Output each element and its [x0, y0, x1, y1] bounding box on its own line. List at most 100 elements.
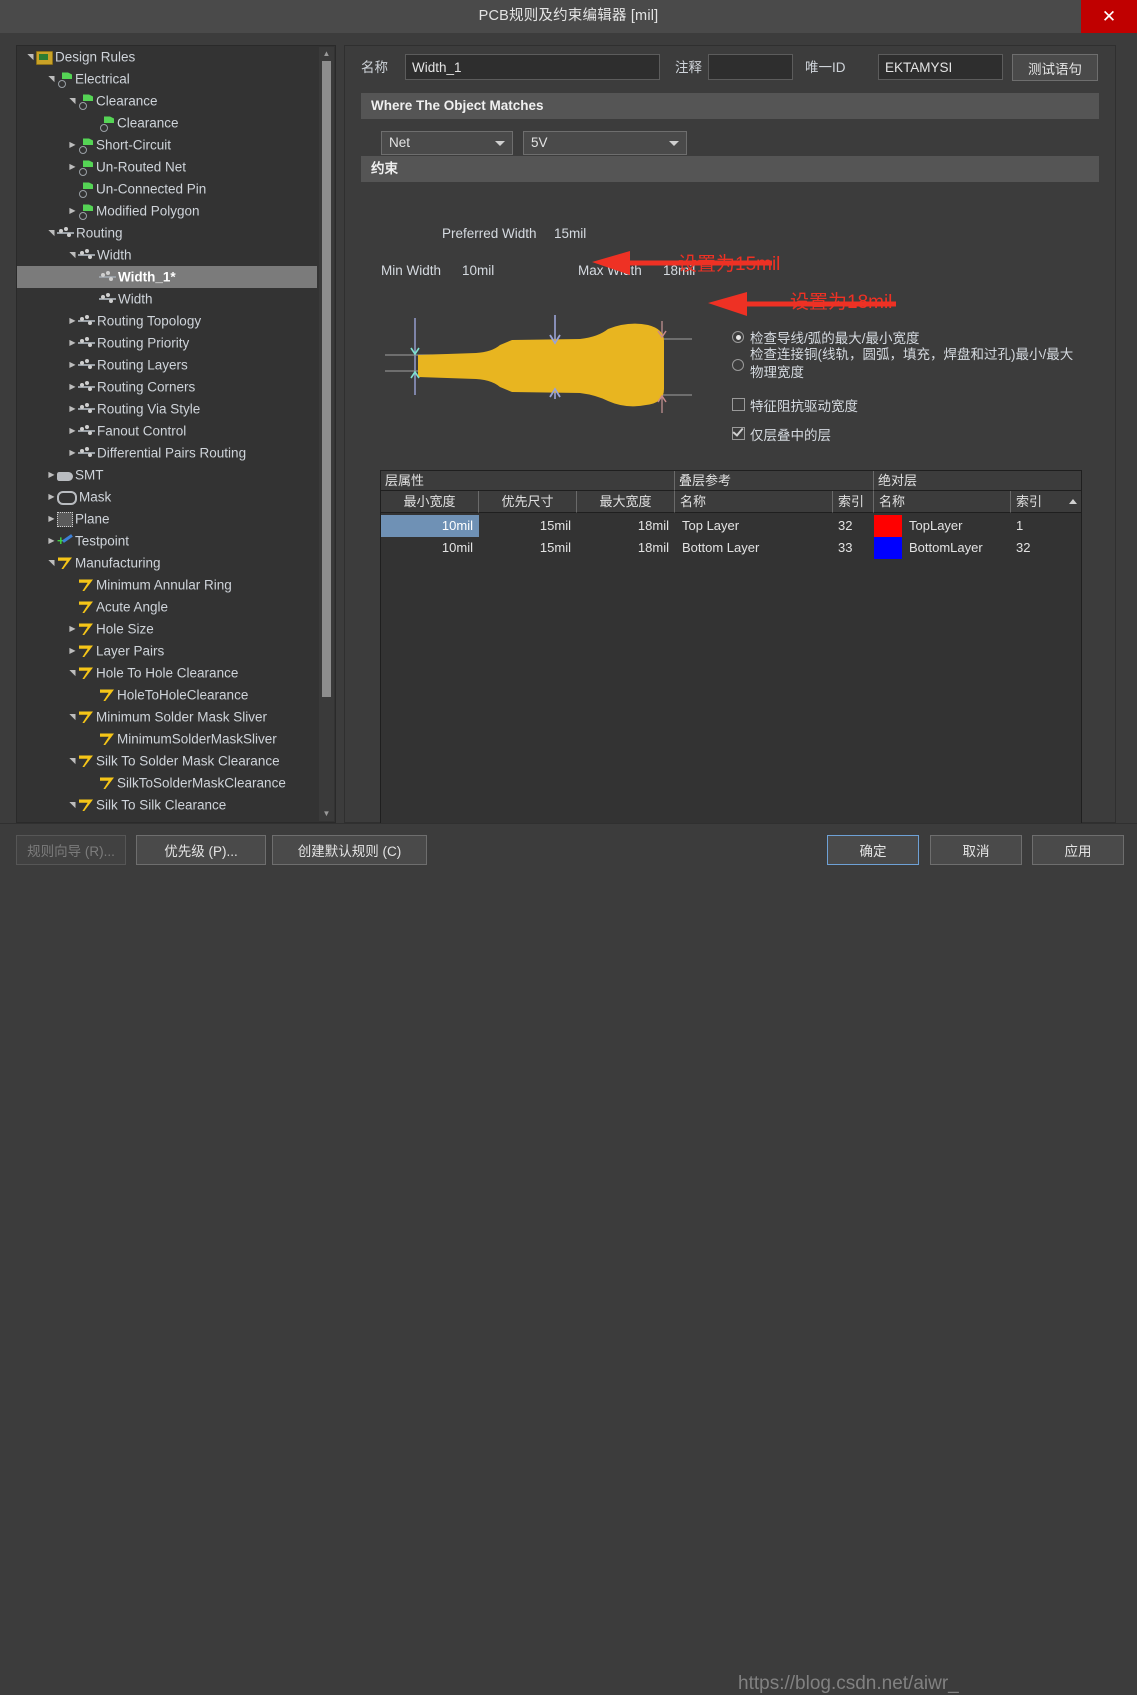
table-cell-stack-name[interactable]: Bottom Layer	[677, 537, 833, 559]
chevron-right-icon[interactable]: ▶	[67, 354, 78, 376]
tree-item-design-rules[interactable]: ◢ Design Rules	[17, 46, 317, 68]
tree-item-silk-to-silk-clearance[interactable]: ◢ Silk To Silk Clearance	[17, 794, 317, 816]
tree-item-silktosoldermaskclearance[interactable]: • SilkToSolderMaskClearance	[17, 772, 317, 794]
chevron-right-icon[interactable]: ▶	[67, 640, 78, 662]
table-cell-abs-index[interactable]: 32	[1011, 537, 1077, 559]
chevron-right-icon[interactable]: ▶	[67, 200, 78, 222]
table-cell-abs-name[interactable]: BottomLayer	[904, 537, 1011, 559]
tree-scroll-area[interactable]: ◢Design Rules◢Electrical◢Clearance•Clear…	[17, 46, 317, 822]
table-cell-preferred[interactable]: 15mil	[479, 515, 577, 537]
chevron-right-icon[interactable]: ▶	[67, 618, 78, 640]
layer-color-swatch[interactable]	[874, 515, 902, 537]
tree-item-routing-layers[interactable]: ▶ Routing Layers	[17, 354, 317, 376]
ok-button[interactable]: 确定	[827, 835, 919, 865]
scroll-up-icon[interactable]: ▲	[319, 47, 334, 61]
tree-item-silk-to-solder-mask-clearance[interactable]: ◢ Silk To Solder Mask Clearance	[17, 750, 317, 772]
table-col-preferred[interactable]: 优先尺寸	[479, 491, 577, 513]
unique-id-input[interactable]	[878, 54, 1003, 80]
table-cell-preferred[interactable]: 15mil	[479, 537, 577, 559]
table-cell-max-width[interactable]: 18mil	[577, 515, 675, 537]
tree-item-un-connected-pin[interactable]: • Un-Connected Pin	[17, 178, 317, 200]
rule-wizard-button[interactable]: 规则向导 (R)...	[16, 835, 126, 865]
radio-icon[interactable]	[732, 331, 744, 343]
chevron-right-icon[interactable]: ▶	[67, 442, 78, 464]
tree-item-mask[interactable]: ▶ Mask	[17, 486, 317, 508]
checkbox-icon[interactable]	[732, 427, 745, 440]
tree-item-minimum-solder-mask-sliver[interactable]: ◢ Minimum Solder Mask Sliver	[17, 706, 317, 728]
table-cell-max-width[interactable]: 18mil	[577, 537, 675, 559]
cancel-button[interactable]: 取消	[930, 835, 1022, 865]
test-query-button[interactable]: 测试语句	[1012, 54, 1098, 81]
tree-item-manufacturing[interactable]: ◢ Manufacturing	[17, 552, 317, 574]
option-check-connected-copper[interactable]: 检查连接铜(线轨，圆弧，填充，焊盘和过孔)最小/最大 物理宽度	[732, 346, 1110, 382]
tree-item-short-circuit[interactable]: ▶ Short-Circuit	[17, 134, 317, 156]
option-check-track-arc-width[interactable]: 检查导线/弧的最大/最小宽度	[732, 327, 1105, 347]
tree-item-fanout-control[interactable]: ▶ Fanout Control	[17, 420, 317, 442]
chevron-right-icon[interactable]: ▶	[67, 332, 78, 354]
preferred-width-value[interactable]: 15mil	[554, 226, 586, 241]
scroll-down-icon[interactable]: ▼	[319, 807, 334, 821]
create-default-rules-button[interactable]: 创建默认规则 (C)	[272, 835, 427, 865]
tree-item-routing[interactable]: ◢ Routing	[17, 222, 317, 244]
option-layers-in-stack-only[interactable]: 仅层叠中的层	[732, 424, 831, 444]
tree-item-un-routed-net[interactable]: ▶ Un-Routed Net	[17, 156, 317, 178]
tree-item-minimumsoldermasksliver[interactable]: • MinimumSolderMaskSliver	[17, 728, 317, 750]
comment-input[interactable]	[708, 54, 793, 80]
layer-color-swatch[interactable]	[874, 537, 902, 559]
chevron-right-icon[interactable]: ▶	[67, 156, 78, 178]
chevron-right-icon[interactable]: ▶	[67, 310, 78, 332]
chevron-right-icon[interactable]: ▶	[67, 134, 78, 156]
net-select[interactable]: 5V	[523, 131, 687, 155]
checkbox-icon[interactable]	[732, 398, 745, 411]
tree-item-minimum-annular-ring[interactable]: • Minimum Annular Ring	[17, 574, 317, 596]
tree-item-acute-angle[interactable]: • Acute Angle	[17, 596, 317, 618]
design-rules-tree[interactable]: ◢Design Rules◢Electrical◢Clearance•Clear…	[16, 45, 336, 823]
tree-item-plane[interactable]: ▶ Plane	[17, 508, 317, 530]
table-col-stack-name[interactable]: 名称	[675, 491, 833, 513]
table-col-abs-index[interactable]: 索引	[1011, 491, 1081, 513]
table-cell-abs-index[interactable]: 1	[1011, 515, 1077, 537]
tree-item-clearance[interactable]: • Clearance	[17, 112, 317, 134]
chevron-right-icon[interactable]: ▶	[46, 486, 57, 508]
tree-item-modified-polygon[interactable]: ▶ Modified Polygon	[17, 200, 317, 222]
tree-item-routing-via-style[interactable]: ▶ Routing Via Style	[17, 398, 317, 420]
radio-icon[interactable]	[732, 359, 744, 371]
close-icon[interactable]: ✕	[1081, 0, 1137, 33]
tree-item-testpoint[interactable]: ▶ Testpoint	[17, 530, 317, 552]
table-cell-min-width[interactable]: 10mil	[381, 515, 479, 537]
table-cell-min-width[interactable]: 10mil	[381, 537, 479, 559]
tree-scrollbar[interactable]: ▲ ▼	[319, 47, 334, 821]
table-cell-stack-name[interactable]: Top Layer	[677, 515, 833, 537]
priority-button[interactable]: 优先级 (P)...	[136, 835, 266, 865]
chevron-right-icon[interactable]: ▶	[67, 398, 78, 420]
tree-item-layer-pairs[interactable]: ▶ Layer Pairs	[17, 640, 317, 662]
chevron-right-icon[interactable]: ▶	[46, 530, 57, 552]
layer-constraints-table[interactable]: 层属性 叠层参考 绝对层 最小宽度 优先尺寸 最大宽度 名称 索引 名称 索引 …	[380, 470, 1082, 835]
table-col-min-width[interactable]: 最小宽度	[381, 491, 479, 513]
tree-item-hole-size[interactable]: ▶ Hole Size	[17, 618, 317, 640]
scope-select[interactable]: Net	[381, 131, 513, 155]
chevron-right-icon[interactable]: ▶	[67, 376, 78, 398]
tree-item-width-1[interactable]: • Width_1*	[17, 266, 317, 288]
option-impedance-driven-width[interactable]: 特征阻抗驱动宽度	[732, 395, 858, 415]
chevron-right-icon[interactable]: ▶	[46, 508, 57, 530]
min-width-value[interactable]: 10mil	[462, 263, 494, 278]
chevron-right-icon[interactable]: ▶	[46, 464, 57, 486]
table-col-stack-index[interactable]: 索引	[833, 491, 874, 513]
scrollbar-thumb[interactable]	[322, 61, 331, 697]
tree-item-hole-to-hole-clearance[interactable]: ◢ Hole To Hole Clearance	[17, 662, 317, 684]
tree-item-holetoholeclearance[interactable]: • HoleToHoleClearance	[17, 684, 317, 706]
tree-item-clearance[interactable]: ◢ Clearance	[17, 90, 317, 112]
chevron-right-icon[interactable]: ▶	[67, 420, 78, 442]
tree-item-electrical[interactable]: ◢ Electrical	[17, 68, 317, 90]
apply-button[interactable]: 应用	[1032, 835, 1124, 865]
table-cell-abs-name[interactable]: TopLayer	[904, 515, 1011, 537]
table-cell-stack-index[interactable]: 33	[833, 537, 874, 559]
table-col-abs-name[interactable]: 名称	[874, 491, 1011, 513]
name-input[interactable]	[405, 54, 660, 80]
tree-item-smt[interactable]: ▶ SMT	[17, 464, 317, 486]
tree-item-routing-topology[interactable]: ▶ Routing Topology	[17, 310, 317, 332]
table-col-max-width[interactable]: 最大宽度	[577, 491, 675, 513]
tree-item-routing-priority[interactable]: ▶ Routing Priority	[17, 332, 317, 354]
table-cell-stack-index[interactable]: 32	[833, 515, 874, 537]
